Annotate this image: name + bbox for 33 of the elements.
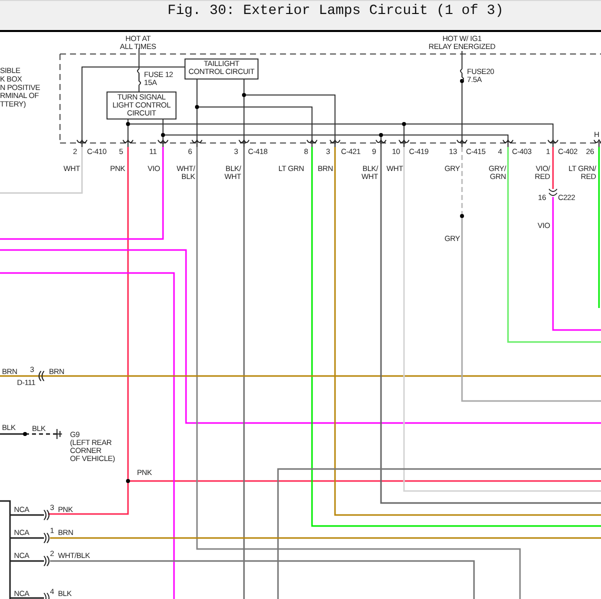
connector-icon	[548, 140, 558, 148]
fuse-icon	[137, 68, 141, 86]
connector-icon	[238, 140, 250, 148]
connector-icon	[44, 510, 50, 520]
connector-icon	[306, 140, 318, 148]
connector-icon	[44, 556, 50, 566]
figure-title: Fig. 30: Exterior Lamps Circuit (1 of 3)	[167, 3, 504, 19]
connector-icon	[548, 188, 558, 196]
splice-dot	[23, 432, 27, 436]
connector-icon	[158, 140, 168, 148]
connector-icon	[44, 592, 50, 599]
splice-dot	[379, 133, 383, 137]
splice-dot	[126, 122, 130, 126]
splice-dot	[460, 214, 464, 218]
connector-icon	[330, 140, 340, 148]
connector-icon	[594, 140, 601, 148]
connector-icon	[38, 370, 44, 382]
connector-icon	[44, 532, 50, 544]
splice-dot	[460, 79, 464, 83]
fuse-icon	[460, 68, 464, 82]
connector-icon	[376, 140, 386, 148]
connector-icon	[192, 140, 202, 148]
connector-icon	[502, 140, 514, 148]
splice-dot	[402, 122, 406, 126]
ground-icon	[56, 428, 62, 440]
connector-icon	[122, 140, 134, 148]
splice-dot	[242, 93, 246, 97]
splice-dot	[126, 479, 130, 483]
splice-dot	[161, 133, 165, 137]
connector-icon	[398, 140, 410, 148]
connector-icon	[76, 140, 88, 148]
connector-icon	[456, 140, 468, 148]
splice-dot	[195, 105, 199, 109]
